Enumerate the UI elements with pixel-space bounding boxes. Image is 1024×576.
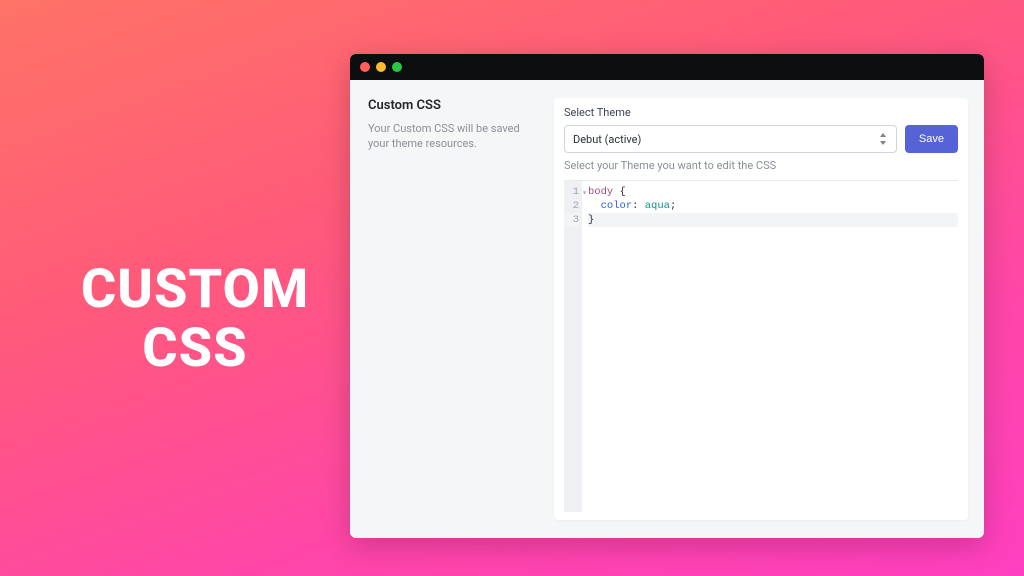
left-column: Custom CSS Your Custom CSS will be saved…: [368, 98, 538, 520]
chevron-updown-icon: [878, 132, 888, 146]
code-line: body {: [588, 185, 958, 199]
minimize-icon[interactable]: [376, 62, 386, 72]
line-number: 2: [564, 199, 579, 213]
line-number: 1▾: [564, 185, 579, 199]
code-line: color: aqua;: [588, 199, 958, 213]
app-window: Custom CSS Your Custom CSS will be saved…: [350, 54, 984, 538]
theme-select[interactable]: Debut (active): [564, 125, 897, 153]
window-titlebar: [350, 54, 984, 80]
theme-row: Debut (active) Save: [564, 125, 958, 153]
code-line: }: [588, 213, 958, 227]
right-column: Select Theme Debut (active) Save Select …: [554, 98, 968, 520]
stage-background: CUSTOM CSS Custom CSS Your Custom CSS wi…: [0, 0, 1024, 576]
save-button[interactable]: Save: [905, 125, 958, 153]
section-title: Custom CSS: [368, 98, 538, 113]
hero-title: CUSTOM CSS: [65, 260, 325, 379]
theme-label: Select Theme: [564, 106, 958, 119]
css-editor[interactable]: 1▾ 2 3 body { color: aqua; }: [564, 180, 958, 512]
maximize-icon[interactable]: [392, 62, 402, 72]
theme-helper-text: Select your Theme you want to edit the C…: [564, 159, 958, 172]
editor-gutter: 1▾ 2 3: [564, 181, 582, 512]
close-icon[interactable]: [360, 62, 370, 72]
hero-line-1: CUSTOM: [65, 260, 325, 319]
theme-selected-value: Debut (active): [573, 133, 641, 146]
line-number: 3: [564, 213, 579, 227]
fold-icon[interactable]: ▾: [582, 187, 587, 201]
editor-code[interactable]: body { color: aqua; }: [582, 181, 958, 512]
hero-line-2: CSS: [65, 319, 325, 378]
section-subtitle: Your Custom CSS will be saved your theme…: [368, 121, 538, 152]
window-content: Custom CSS Your Custom CSS will be saved…: [350, 80, 984, 538]
